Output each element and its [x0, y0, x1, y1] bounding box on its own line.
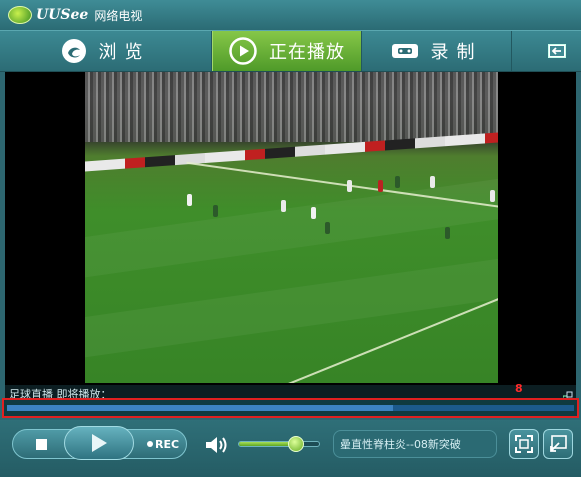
record-label: REC — [154, 437, 180, 451]
mini-mode-icon — [550, 435, 567, 452]
player — [311, 207, 316, 219]
player — [325, 222, 330, 234]
player-window: UUSee 网络电视 浏览 正在播放 录制 足球直播 即将播放： 8 REC 曐… — [0, 0, 581, 477]
playback-progress-bar[interactable] — [2, 398, 579, 418]
player — [347, 180, 352, 192]
annotation-marker: 8 — [515, 382, 523, 395]
tab-now-playing-label: 正在播放 — [269, 42, 345, 63]
logo-subtitle: 网络电视 — [94, 8, 143, 23]
play-button[interactable] — [64, 426, 134, 460]
app-logo: UUSee 网络电视 — [8, 6, 142, 24]
player — [281, 200, 286, 212]
record-button[interactable]: REC — [140, 431, 186, 457]
volume-icon[interactable] — [204, 434, 230, 456]
exit-fullscreen-button[interactable] — [512, 31, 581, 71]
player — [378, 180, 383, 192]
stadium-stands — [85, 72, 498, 142]
pitch-stripe — [85, 160, 498, 284]
resize-grip-icon[interactable] — [562, 386, 573, 401]
swirl-icon — [61, 38, 87, 64]
play-circle-icon — [229, 37, 257, 65]
title-bar[interactable]: UUSee 网络电视 — [0, 0, 581, 30]
uusee-logo-icon — [8, 6, 32, 24]
fullscreen-button[interactable] — [509, 429, 539, 459]
tab-now-playing[interactable]: 正在播放 — [212, 31, 362, 71]
play-icon — [92, 434, 107, 452]
fullscreen-icon — [515, 435, 533, 453]
player — [213, 205, 218, 217]
volume-track[interactable] — [238, 441, 320, 447]
video-frame — [85, 72, 498, 383]
player — [430, 176, 435, 188]
tab-browse-label: 浏览 — [98, 42, 151, 63]
volume-knob[interactable] — [288, 436, 305, 452]
progress-track[interactable] — [7, 405, 574, 411]
tab-browse[interactable]: 浏览 — [0, 31, 212, 71]
player — [187, 194, 192, 206]
mini-mode-button[interactable] — [543, 429, 573, 459]
tape-icon — [391, 42, 419, 60]
restore-window-icon — [547, 44, 566, 58]
main-nav: 浏览 正在播放 录制 — [0, 30, 581, 72]
record-dot-icon — [146, 441, 153, 447]
player — [445, 227, 450, 239]
control-bar: REC 曐直性脊柱炎--08新突破 — [0, 420, 581, 477]
channel-info: 曐直性脊柱炎--08新突破 — [333, 430, 497, 458]
stop-button[interactable] — [16, 431, 66, 457]
tab-record-label: 录制 — [430, 42, 483, 63]
player — [490, 190, 495, 202]
logo-text: UUSee — [36, 7, 89, 23]
tab-record[interactable]: 录制 — [362, 31, 512, 71]
video-area[interactable] — [5, 72, 576, 385]
player — [395, 176, 400, 188]
volume-slider[interactable] — [238, 436, 320, 452]
progress-fill — [7, 405, 393, 411]
status-bar: 足球直播 即将播放： — [5, 385, 576, 401]
volume-fill — [239, 442, 295, 446]
stop-icon — [35, 438, 47, 450]
